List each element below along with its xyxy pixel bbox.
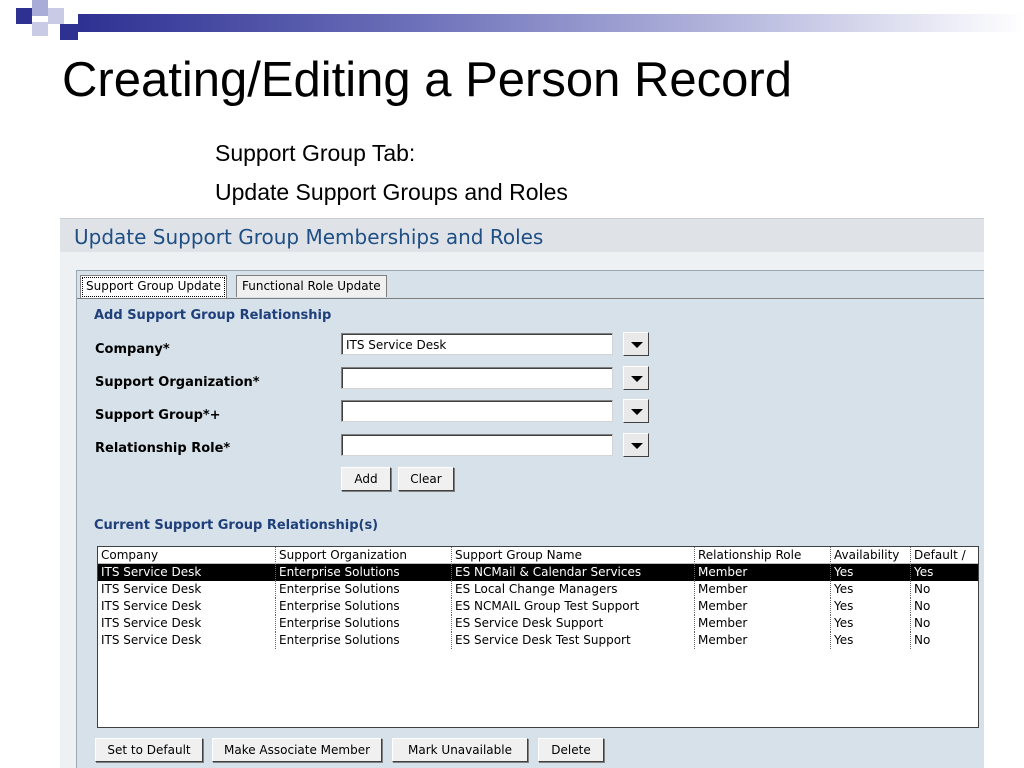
table-row[interactable]: ITS Service Desk Enterprise Solutions ES L… xyxy=(98,581,978,598)
current-relationships-section-title: Current Support Group Relationship(s) xyxy=(94,518,379,533)
cell-company: ITS Service Desk xyxy=(101,599,202,613)
company-dropdown-button[interactable] xyxy=(623,332,649,356)
deco-gradient-strip xyxy=(78,14,1024,32)
delete-button[interactable]: Delete xyxy=(538,738,604,762)
cell-support-group-name: ES NCMAIL Group Test Support xyxy=(451,598,694,615)
cell-default: Yes xyxy=(910,564,978,581)
cell-availability: Yes xyxy=(830,615,910,632)
table-row[interactable]: ITS Service Desk Enterprise Solutions ES N… xyxy=(98,564,978,581)
table-row[interactable]: ITS Service Desk Enterprise Solutions ES S… xyxy=(98,632,978,649)
cell-support-organization: Enterprise Solutions xyxy=(275,598,451,615)
cell-availability: Yes xyxy=(830,564,910,581)
deco-square-2 xyxy=(32,0,48,16)
tab-support-group-update[interactable]: Support Group Update xyxy=(80,275,228,299)
column-header-availability[interactable]: Availability xyxy=(830,547,910,564)
cell-default: No xyxy=(910,598,978,615)
column-header-relationship-role[interactable]: Relationship Role xyxy=(694,547,830,564)
relationship-role-dropdown-button[interactable] xyxy=(623,433,649,457)
tab-divider-line xyxy=(77,298,984,299)
relationship-role-label: Relationship Role* xyxy=(95,441,231,456)
slide-title: Creating/Editing a Person Record xyxy=(62,53,792,107)
deco-square-5 xyxy=(60,24,78,40)
cell-company: ITS Service Desk xyxy=(101,616,202,630)
cell-relationship-role: Member xyxy=(694,615,830,632)
cell-availability: Yes xyxy=(830,581,910,598)
cell-support-organization: Enterprise Solutions xyxy=(275,615,451,632)
deco-square-1 xyxy=(16,8,32,24)
window-header-title: Update Support Group Memberships and Rol… xyxy=(74,225,544,249)
cell-support-group-name: ES NCMail & Calendar Services xyxy=(451,564,694,581)
cell-availability: Yes xyxy=(830,632,910,649)
cell-company: ITS Service Desk xyxy=(101,582,202,596)
cell-company: ITS Service Desk xyxy=(101,565,202,579)
column-header-support-group-name[interactable]: Support Group Name xyxy=(451,547,694,564)
cell-default: No xyxy=(910,581,978,598)
cell-relationship-role: Member xyxy=(694,564,830,581)
cell-support-group-name: ES Service Desk Test Support xyxy=(451,632,694,649)
support-group-field[interactable] xyxy=(341,400,613,422)
column-header-default[interactable]: Default / xyxy=(910,547,978,564)
company-field[interactable]: ITS Service Desk xyxy=(341,333,613,355)
column-header-support-organization[interactable]: Support Organization xyxy=(275,547,451,564)
cell-default: No xyxy=(910,615,978,632)
support-group-label: Support Group*+ xyxy=(95,408,221,423)
set-to-default-button[interactable]: Set to Default xyxy=(95,738,203,762)
column-header-company[interactable]: Company xyxy=(98,547,275,564)
cell-availability: Yes xyxy=(830,598,910,615)
clear-button[interactable]: Clear xyxy=(398,467,454,491)
support-group-panel: Support Group Update Functional Role Upd… xyxy=(76,270,984,768)
support-organization-label: Support Organization* xyxy=(95,375,260,390)
cell-company: ITS Service Desk xyxy=(101,633,202,647)
cell-relationship-role: Member xyxy=(694,632,830,649)
cell-default: No xyxy=(910,632,978,649)
table-row[interactable]: ITS Service Desk Enterprise Solutions ES N… xyxy=(98,598,978,615)
cell-relationship-role: Member xyxy=(694,598,830,615)
relationships-table[interactable]: Company Support Organization Support Gro… xyxy=(97,546,979,728)
slide-subtitle-2: Update Support Groups and Roles xyxy=(215,179,568,205)
table-row[interactable]: ITS Service Desk Enterprise Solutions ES S… xyxy=(98,615,978,632)
table-header-row: Company Support Organization Support Gro… xyxy=(98,547,978,564)
window-header: Update Support Group Memberships and Rol… xyxy=(60,218,984,252)
slide-decoration xyxy=(0,0,1024,44)
cell-support-group-name: ES Local Change Managers xyxy=(451,581,694,598)
add-relationship-section-title: Add Support Group Relationship xyxy=(94,308,332,323)
cell-relationship-role: Member xyxy=(694,581,830,598)
slide-subtitle-1: Support Group Tab: xyxy=(215,140,416,166)
cell-support-group-name: ES Service Desk Support xyxy=(451,615,694,632)
support-organization-field[interactable] xyxy=(341,367,613,389)
make-associate-member-button[interactable]: Make Associate Member xyxy=(212,738,382,762)
app-window: Update Support Group Memberships and Rol… xyxy=(60,218,984,768)
cell-support-organization: Enterprise Solutions xyxy=(275,632,451,649)
deco-square-3 xyxy=(48,8,64,24)
deco-square-4 xyxy=(32,22,48,36)
mark-unavailable-button[interactable]: Mark Unavailable xyxy=(392,738,528,762)
support-organization-dropdown-button[interactable] xyxy=(623,366,649,390)
cell-support-organization: Enterprise Solutions xyxy=(275,581,451,598)
support-group-dropdown-button[interactable] xyxy=(623,399,649,423)
cell-support-organization: Enterprise Solutions xyxy=(275,564,451,581)
tab-functional-role-update[interactable]: Functional Role Update xyxy=(236,275,387,297)
relationship-role-field[interactable] xyxy=(341,434,613,456)
add-button[interactable]: Add xyxy=(341,467,391,491)
company-label: Company* xyxy=(95,342,170,357)
